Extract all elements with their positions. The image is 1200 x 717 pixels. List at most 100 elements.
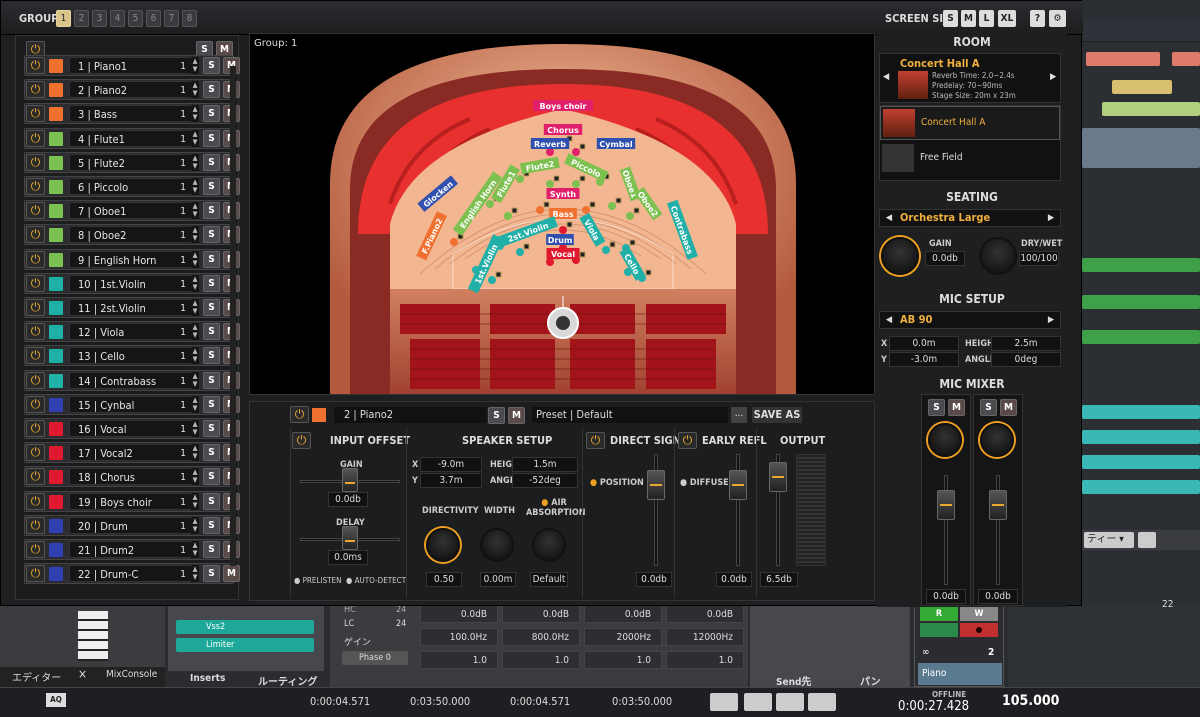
track-color-swatch[interactable]	[49, 107, 63, 122]
track-color-swatch[interactable]	[49, 470, 63, 485]
track-color-swatch[interactable]	[49, 276, 63, 291]
read-button[interactable]: R	[920, 607, 958, 621]
track-row[interactable]: ⏻17 | Vocal21▲▼SM	[24, 442, 240, 464]
track-row[interactable]: ⏻10 | 1st.Violin1▲▼SM	[24, 272, 240, 294]
track-row[interactable]: ⏻8 | Oboe21▲▼SM	[24, 224, 240, 246]
power-icon[interactable]: ⏻	[26, 299, 45, 316]
track-color-swatch[interactable]	[49, 59, 63, 73]
source-position-dot[interactable]	[572, 180, 580, 188]
stage-view[interactable]: Boys choir Chorus Reverb Cymbal Flute2 Piccol…	[249, 33, 875, 395]
track-name[interactable]: 15 | Cynbal 1	[69, 395, 193, 413]
power-icon[interactable]: ⏻	[26, 250, 45, 268]
power-icon[interactable]: ⏻	[26, 371, 45, 389]
tab-inserts[interactable]: Inserts	[190, 673, 225, 684]
source-position-dot[interactable]	[602, 246, 610, 254]
track-row[interactable]: ⏻19 | Boys choir1▲▼SM	[24, 490, 240, 512]
source-position-dot[interactable]	[572, 148, 580, 156]
track-solo-button[interactable]: S	[203, 226, 220, 244]
track-name[interactable]: 11 | 2st.Violin 1	[69, 299, 193, 316]
channel-stepper-icon[interactable]: ▲ ▼	[191, 541, 199, 558]
track-solo-button[interactable]: S	[203, 202, 220, 220]
channel-stepper-icon[interactable]: ▲ ▼	[191, 444, 199, 462]
power-icon[interactable]: ⏻	[26, 541, 45, 558]
diffuse-toggle[interactable]: ● DIFFUSE	[680, 478, 729, 488]
help-button[interactable]: ?	[1030, 10, 1045, 27]
room-list-item-free-field[interactable]: Free Field	[880, 142, 1060, 176]
direct-signal-power-icon[interactable]: ⏻	[586, 432, 605, 449]
mic2-pan-knob[interactable]	[980, 423, 1014, 457]
track-color-swatch[interactable]	[49, 301, 63, 315]
speaker-y-field[interactable]: 3.7m	[420, 473, 482, 488]
air-absorption-knob[interactable]	[532, 528, 566, 562]
track-solo-button[interactable]: S	[203, 274, 220, 292]
channel-power-icon[interactable]: ⏻	[290, 406, 309, 423]
write-button[interactable]: W	[960, 607, 998, 621]
output-fader[interactable]	[769, 462, 787, 492]
power-icon[interactable]: ⏻	[26, 420, 45, 437]
track-name[interactable]: 2 | Piano2 1	[69, 81, 193, 99]
source-position-dot[interactable]	[546, 180, 554, 188]
record-button[interactable]	[960, 623, 998, 637]
input-offset-power-icon[interactable]: ⏻	[292, 432, 311, 449]
track-color-swatch[interactable]	[49, 228, 63, 243]
power-icon[interactable]: ⏻	[26, 516, 45, 534]
track-name[interactable]: 12 | Viola 1	[69, 323, 193, 341]
delay-slider[interactable]	[342, 526, 358, 550]
mic-setup-selector[interactable]: ◀ AB 90 ▶	[879, 311, 1061, 329]
track-color-swatch[interactable]	[49, 349, 63, 364]
stage-source-label[interactable]: Cymbal	[596, 138, 636, 149]
track-color-swatch[interactable]	[49, 131, 63, 146]
eq-gain-field[interactable]: 0.0dB	[584, 605, 662, 623]
track-name[interactable]: 7 | Oboe1 1	[69, 202, 193, 220]
track-row[interactable]: ⏻1 | Piano11▲▼SM	[24, 55, 240, 76]
channel-stepper-icon[interactable]: ▲ ▼	[191, 420, 199, 437]
power-icon[interactable]: ⏻	[26, 468, 45, 486]
input-gain-slider[interactable]	[342, 468, 358, 492]
track-name[interactable]: 6 | Piccolo 1	[69, 178, 193, 195]
track-solo-button[interactable]: S	[203, 541, 220, 558]
track-solo-button[interactable]: S	[203, 129, 220, 147]
power-icon[interactable]: ⏻	[26, 153, 45, 171]
track-solo-button[interactable]: S	[203, 444, 220, 462]
track-color-swatch[interactable]	[49, 567, 63, 582]
power-icon[interactable]: ⏻	[26, 178, 45, 195]
power-icon[interactable]: ⏻	[26, 129, 45, 147]
track-name[interactable]: 18 | Chorus 1	[69, 468, 193, 486]
power-icon[interactable]: ⏻	[26, 57, 45, 74]
eq-freq-field[interactable]: 12000Hz	[666, 628, 744, 646]
stage-source-label[interactable]: Boys choir	[533, 100, 593, 111]
track-solo-button[interactable]: S	[203, 516, 220, 534]
track-row[interactable]: ⏻16 | Vocal1▲▼SM	[24, 418, 240, 439]
tab-routing[interactable]: ルーティング	[258, 673, 317, 688]
track-solo-button[interactable]: S	[203, 81, 220, 99]
track-color-swatch[interactable]	[49, 204, 63, 219]
track-color-swatch[interactable]	[49, 252, 63, 267]
eq-gain-field[interactable]: 0.0dB	[666, 605, 744, 623]
track-name[interactable]: 10 | 1st.Violin 1	[69, 274, 193, 292]
cycle-button[interactable]	[710, 693, 738, 711]
source-position-dot[interactable]	[486, 200, 494, 208]
track-row[interactable]: ⏻4 | Flute11▲▼SM	[24, 127, 240, 149]
channel-stepper-icon[interactable]: ▲ ▼	[191, 347, 199, 365]
track-row[interactable]: ⏻20 | Drum1▲▼SM	[24, 514, 240, 536]
daw-dropdown[interactable]: ティー ▾	[1084, 532, 1134, 548]
seating-gain-knob[interactable]	[881, 237, 919, 275]
track-solo-button[interactable]: S	[203, 492, 220, 510]
track-solo-button[interactable]: S	[203, 299, 220, 316]
track-row[interactable]: ⏻12 | Viola1▲▼SM	[24, 321, 240, 343]
track-solo-button[interactable]: S	[203, 371, 220, 389]
channel-stepper-icon[interactable]: ▲ ▼	[191, 178, 199, 195]
source-position-dot[interactable]	[450, 238, 458, 246]
mic-y-field[interactable]: -3.0m	[889, 352, 959, 367]
group-button-6[interactable]: 6	[146, 10, 161, 27]
source-position-dot[interactable]	[536, 206, 544, 214]
track-name[interactable]: 16 | Vocal 1	[69, 420, 193, 437]
eq-q-field[interactable]: 1.0	[666, 651, 744, 669]
mic-prev-icon[interactable]: ◀	[882, 312, 896, 328]
group-button-2[interactable]: 2	[74, 10, 89, 27]
track-name[interactable]: 19 | Boys choir 1	[69, 492, 193, 510]
track-solo-button[interactable]: S	[203, 178, 220, 195]
source-position-dot[interactable]	[559, 226, 567, 234]
early-refl-fader[interactable]	[729, 470, 747, 500]
channel-stepper-icon[interactable]: ▲ ▼	[191, 202, 199, 220]
